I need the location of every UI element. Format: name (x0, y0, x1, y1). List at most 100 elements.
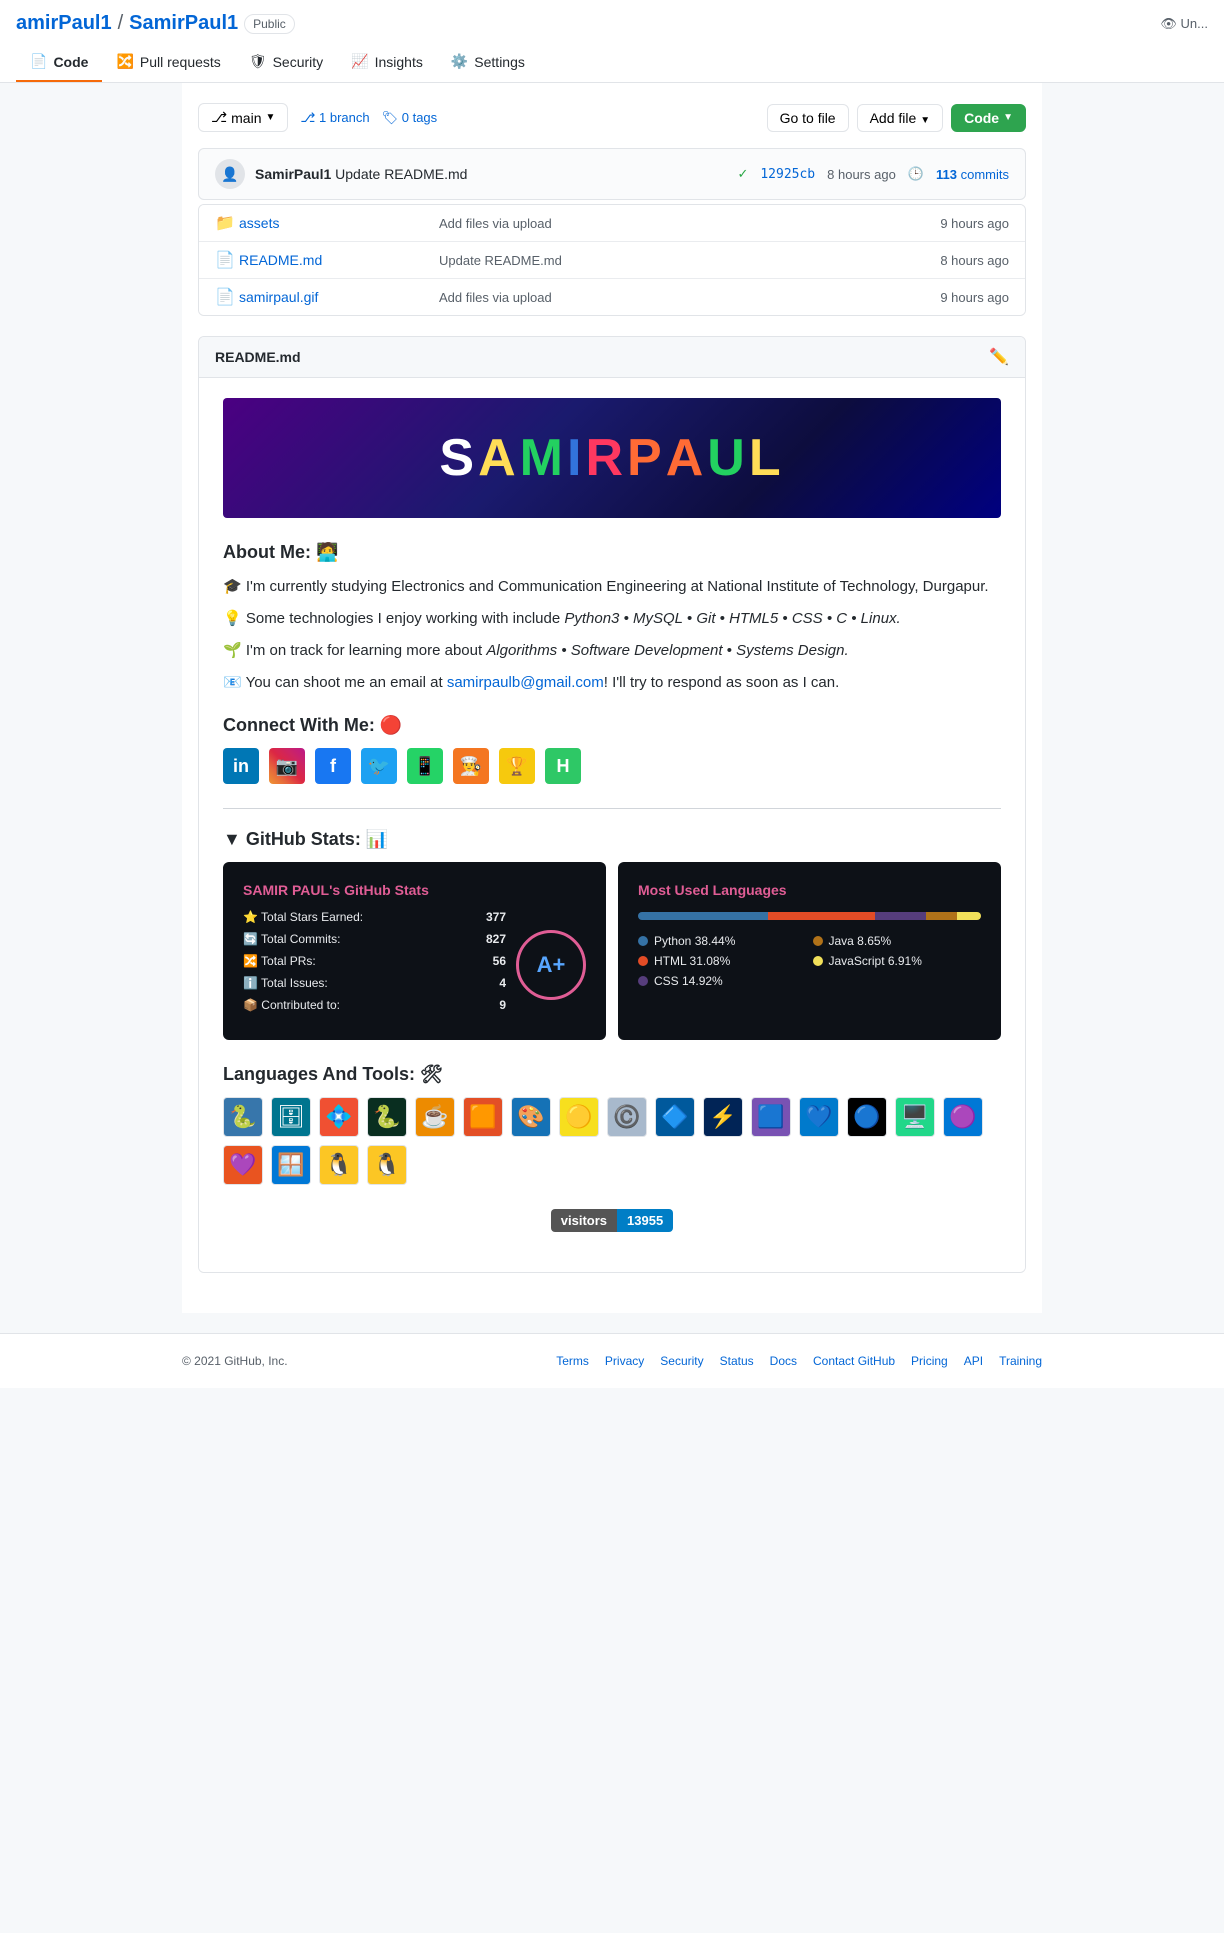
visitor-badge: visitors 13955 (223, 1209, 1001, 1232)
nav-pull-requests[interactable]: 🔀 Pull requests (102, 43, 234, 82)
divider (223, 808, 1001, 809)
footer-status[interactable]: Status (720, 1354, 754, 1368)
file-gif[interactable]: samirpaul.gif (239, 289, 439, 305)
stats-grid: SAMIR PAUL's GitHub Stats ⭐ Total Stars … (223, 862, 1001, 1040)
footer-links: Terms Privacy Security Status Docs Conta… (556, 1354, 1042, 1368)
python-bar (638, 912, 768, 920)
security-icon: 🛡 (249, 53, 267, 70)
footer-terms[interactable]: Terms (556, 1354, 589, 1368)
tool-linux[interactable]: 🐧 (319, 1145, 359, 1185)
codechef-icon[interactable]: 👨‍🍳 (453, 748, 489, 784)
tool-vscode[interactable]: 💙 (799, 1097, 839, 1137)
tool-c[interactable]: ©️ (607, 1097, 647, 1137)
java-dot (813, 936, 823, 946)
tags-link[interactable]: 🏷 0 tags (382, 110, 438, 126)
footer-security[interactable]: Security (660, 1354, 703, 1368)
tool-java[interactable]: ☕ (415, 1097, 455, 1137)
hackerrank-icon[interactable]: H (545, 748, 581, 784)
tool-python[interactable]: 🐍 (223, 1097, 263, 1137)
nav-settings[interactable]: ⚙️ Settings (437, 43, 539, 82)
table-row[interactable]: 📄 README.md Update README.md 8 hours ago (199, 242, 1025, 279)
footer-docs[interactable]: Docs (770, 1354, 797, 1368)
pull-requests-icon: 🔀 (116, 53, 133, 70)
chevron-down-icon: ▼ (1003, 112, 1013, 123)
github-stats-section: ▼ GitHub Stats: 📊 SAMIR PAUL's GitHub St… (223, 829, 1001, 1040)
watch-icon[interactable]: 👁 Un... (1160, 16, 1208, 32)
footer-contact[interactable]: Contact GitHub (813, 1354, 895, 1368)
trophy-icon[interactable]: 🏆 (499, 748, 535, 784)
table-row[interactable]: 📁 assets Add files via upload 9 hours ag… (199, 205, 1025, 242)
stats-stars-label: ⭐ Total Stars Earned: (243, 910, 363, 924)
code-button[interactable]: Code ▼ (951, 104, 1026, 132)
file-icon: 📄 (215, 250, 239, 270)
whatsapp-icon[interactable]: 📱 (407, 748, 443, 784)
tool-powershell[interactable]: ⚡ (703, 1097, 743, 1137)
email-link[interactable]: samirpaulb@gmail.com (447, 674, 604, 691)
commits-count-link[interactable]: 113 commits (936, 167, 1009, 182)
badge-value: 13955 (617, 1209, 673, 1232)
repo-nav: 📄 Code 🔀 Pull requests 🛡 Security 📈 Insi… (16, 43, 1208, 82)
code-icon: 📄 (30, 53, 47, 70)
table-row[interactable]: 📄 samirpaul.gif Add files via upload 9 h… (199, 279, 1025, 315)
visibility-badge: Public (244, 14, 295, 34)
file-assets[interactable]: assets (239, 215, 439, 231)
footer-privacy[interactable]: Privacy (605, 1354, 644, 1368)
edit-icon[interactable]: ✏️ (989, 347, 1009, 367)
stats-rows: ⭐ Total Stars Earned: 377 🔄 Total Commit… (243, 910, 506, 1020)
nav-security[interactable]: 🛡 Security (235, 43, 337, 82)
insights-icon: 📈 (351, 53, 368, 70)
tool-mysql[interactable]: 🗄 (271, 1097, 311, 1137)
tool-html5[interactable]: 🟧 (463, 1097, 503, 1137)
tool-bootstrap[interactable]: 🟦 (751, 1097, 791, 1137)
banner: SAMIR PAUL (223, 398, 1001, 518)
java-bar (926, 912, 957, 920)
commits-label: commits (961, 167, 1009, 182)
footer-training[interactable]: Training (999, 1354, 1042, 1368)
file-list: 📁 assets Add files via upload 9 hours ag… (198, 204, 1026, 316)
repo-owner[interactable]: amirPaul1 (16, 12, 112, 35)
tool-ubuntu[interactable]: 💜 (223, 1145, 263, 1185)
branch-selector[interactable]: ⎇ main ▼ (198, 103, 288, 132)
commit-check-icon: ✓ (737, 166, 748, 182)
facebook-icon[interactable]: f (315, 748, 351, 784)
add-file-button[interactable]: Add file ▼ (857, 104, 944, 132)
linkedin-icon[interactable]: in (223, 748, 259, 784)
nav-settings-label: Settings (474, 54, 525, 70)
tool-cpp[interactable]: 🔷 (655, 1097, 695, 1137)
branches-link[interactable]: ⎇ 1 branch (300, 110, 369, 126)
file-gif-time: 9 hours ago (940, 290, 1009, 305)
stats-stars-val: 377 (486, 910, 506, 924)
tool-git[interactable]: 💠 (319, 1097, 359, 1137)
about-line-1: 🎓 I'm currently studying Electronics and… (223, 575, 1001, 599)
footer-api[interactable]: API (964, 1354, 983, 1368)
tool-windows2[interactable]: 🪟 (271, 1145, 311, 1185)
commit-author[interactable]: SamirPaul1 (255, 166, 331, 182)
tool-pycharm[interactable]: 🖥️ (895, 1097, 935, 1137)
tool-css3[interactable]: 🎨 (511, 1097, 551, 1137)
tool-js[interactable]: 🟡 (559, 1097, 599, 1137)
footer-pricing[interactable]: Pricing (911, 1354, 948, 1368)
tool-intellij[interactable]: 🔵 (847, 1097, 887, 1137)
go-to-file-button[interactable]: Go to file (767, 104, 849, 132)
css-dot (638, 976, 648, 986)
code-button-label: Code (964, 110, 999, 126)
nav-insights[interactable]: 📈 Insights (337, 43, 437, 82)
commit-sha[interactable]: 12925cb (760, 167, 815, 182)
html-bar (768, 912, 874, 920)
tools-heading: Languages And Tools: 🛠 (223, 1064, 1001, 1085)
twitter-icon[interactable]: 🐦 (361, 748, 397, 784)
social-icons-list: in 📷 f 🐦 📱 👨‍🍳 🏆 H (223, 748, 1001, 784)
about-section: About Me: 🧑‍💻 🎓 I'm currently studying E… (223, 542, 1001, 695)
chevron-down-icon: ▼ (920, 115, 930, 126)
file-readme[interactable]: README.md (239, 252, 439, 268)
nav-insights-label: Insights (375, 54, 423, 70)
tool-linux2[interactable]: 🐧 (367, 1145, 407, 1185)
stats-prs-label: 🔀 Total PRs: (243, 954, 316, 968)
file-icon: 📄 (215, 287, 239, 307)
repo-name[interactable]: SamirPaul1 (129, 12, 238, 35)
tool-django[interactable]: 🐍 (367, 1097, 407, 1137)
tool-windows[interactable]: 🟣 (943, 1097, 983, 1137)
nav-code[interactable]: 📄 Code (16, 43, 102, 82)
language-bar (638, 912, 981, 920)
instagram-icon[interactable]: 📷 (269, 748, 305, 784)
